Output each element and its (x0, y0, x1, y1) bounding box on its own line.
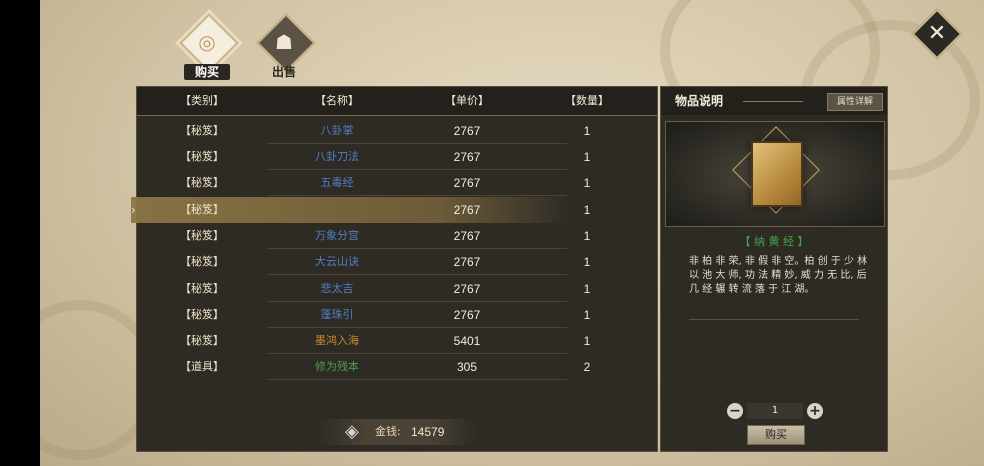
description-title: 物品说明 (675, 94, 724, 108)
row-type: 【秘笈】 (180, 282, 224, 295)
row-name: 五毒经 (320, 176, 354, 189)
buy-button[interactable]: 购买 (747, 425, 805, 445)
row-price: 2767 (453, 255, 481, 269)
row-name (267, 197, 407, 223)
row-type: 【道具】 (180, 360, 224, 373)
row-type: 【秘笈】 (180, 334, 224, 347)
item-row[interactable]: 【秘笈】 悲太吉 2767 1 (137, 276, 657, 302)
row-price: 2767 (453, 203, 481, 217)
row-qty: 2 (583, 360, 591, 374)
tab-buy[interactable]: ◎ 购买 (176, 12, 239, 82)
row-name: 蓬珠引 (320, 308, 354, 321)
item-row[interactable]: 【秘笈】 八卦掌 2767 1 (137, 118, 657, 144)
divider (689, 319, 859, 320)
item-list-panel: 【类别】 【名称】 【单价】 【数量】 【秘笈】 八卦掌 2767 1 【秘笈】… (131, 86, 658, 452)
row-name: 大云山诀 (315, 255, 359, 268)
row-name: 墨鸿入海 (315, 334, 359, 347)
row-type: 【秘笈】 (180, 150, 224, 163)
row-type: 【秘笈】 (180, 176, 224, 189)
row-type: 【秘笈】 (180, 124, 224, 137)
row-qty: 1 (583, 282, 591, 296)
attribute-detail-button[interactable]: 属性详解 (827, 93, 883, 111)
quantity-stepper: − 1 + (727, 401, 823, 421)
silver-coin-icon: ◈ (345, 421, 359, 442)
tab-buy-label: 购买 (184, 64, 230, 80)
row-price: 5401 (453, 334, 481, 348)
selection-arrow-icon: › (131, 203, 136, 217)
divider (743, 101, 803, 102)
scripture-book-icon (751, 141, 803, 207)
item-description-panel: 物品说明 属性详解 【 纳 黄 经 】 非 柏 非 荣, 非 假 非 空。柏 创… (660, 86, 888, 452)
quantity-field[interactable]: 1 (747, 403, 803, 419)
plus-icon[interactable]: + (807, 403, 823, 419)
row-price: 2767 (453, 282, 481, 296)
row-type: 【秘笈】 (180, 308, 224, 321)
item-row[interactable]: 【秘笈】 大云山诀 2767 1 (137, 249, 657, 275)
item-row[interactable]: 【秘笈】 墨鸿入海 5401 1 (137, 328, 657, 354)
merchant-icon: ☗ (275, 30, 293, 54)
item-name: 【 纳 黄 经 】 (739, 235, 809, 248)
row-qty: 1 (583, 255, 591, 269)
minus-icon[interactable]: − (727, 403, 743, 419)
row-qty: 1 (583, 150, 591, 164)
row-divider (267, 195, 567, 196)
row-qty: 1 (583, 124, 591, 138)
item-row[interactable]: 【秘笈】 万象分宫 2767 1 (137, 223, 657, 249)
item-row[interactable]: 【秘笈】 五毒经 2767 1 (137, 170, 657, 196)
header-type: 【类别】 (180, 94, 224, 107)
gold-display: ◈ 金钱: 14579 (317, 419, 477, 445)
row-price: 2767 (453, 176, 481, 190)
gold-label: 金钱: (375, 425, 401, 438)
row-name: 八卦掌 (320, 124, 354, 137)
row-qty: 1 (583, 308, 591, 322)
row-name: 悲太吉 (320, 282, 354, 295)
row-type: 【秘笈】 (180, 229, 224, 242)
row-price: 2767 (453, 308, 481, 322)
item-row[interactable]: 【秘笈】 蓬珠引 2767 1 (137, 302, 657, 328)
gold-ingot-icon: ◎ (198, 30, 216, 54)
row-divider (267, 379, 567, 380)
row-qty: 1 (583, 334, 591, 348)
item-preview (665, 121, 885, 227)
row-type: 【秘笈】 (180, 255, 224, 268)
row-qty: 1 (583, 229, 591, 243)
row-name: 万象分宫 (315, 229, 359, 242)
item-row[interactable]: 【秘笈】 八卦刀法 2767 1 (137, 144, 657, 170)
tab-sell[interactable]: ☗ 出售 (253, 12, 316, 82)
row-type: 【秘笈】 (180, 203, 224, 216)
item-description: 非 柏 非 荣, 非 假 非 空。柏 创 于 少 林 以 池 大 师, 功 法 … (689, 256, 868, 295)
header-name: 【名称】 (315, 94, 359, 107)
tab-sell-label: 出售 (271, 65, 296, 79)
header-qty: 【数量】 (565, 94, 609, 107)
close-icon: ✕ (927, 21, 947, 46)
item-row[interactable]: 【道具】 修为残本 305 2 (137, 354, 657, 380)
row-price: 2767 (453, 124, 481, 138)
row-price: 2767 (453, 150, 481, 164)
row-divider (267, 274, 567, 275)
gold-value: 14579 (411, 425, 445, 439)
list-header: 【类别】 【名称】 【单价】 【数量】 (137, 87, 657, 116)
row-name: 八卦刀法 (315, 150, 359, 163)
row-qty: 1 (583, 203, 591, 217)
item-row-selected[interactable]: › 【秘笈】 2767 1 (131, 197, 590, 223)
row-qty: 1 (583, 176, 591, 190)
game-shop-screen: ◎ 购买 ☗ 出售 ✕ 【类别】 【名称】 【单价】 【数量】 【秘笈】 八卦掌… (40, 0, 984, 466)
description-header: 物品说明 属性详解 (661, 87, 887, 115)
row-name: 修为残本 (315, 360, 359, 373)
row-price: 2767 (453, 229, 481, 243)
header-price: 【单价】 (445, 94, 489, 107)
row-price: 305 (456, 360, 478, 374)
